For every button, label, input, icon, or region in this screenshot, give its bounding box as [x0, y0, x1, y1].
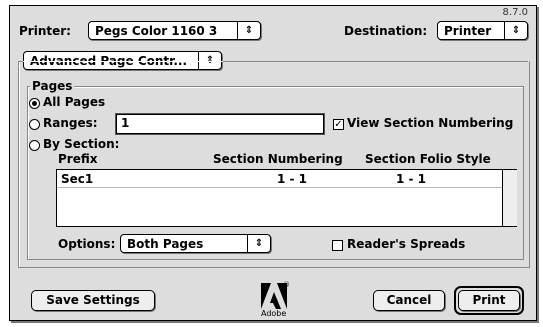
panel-frame-top-left: [18, 61, 23, 62]
ranges-label[interactable]: Ranges:: [43, 116, 98, 130]
view-section-numbering-checkbox[interactable]: ✓: [333, 119, 344, 130]
options-popup[interactable]: Both Pages ⇕: [120, 234, 271, 253]
options-value: Both Pages: [127, 236, 204, 251]
row-numbering: 1 - 1: [277, 172, 308, 186]
adobe-logo: ® Adobe: [261, 281, 291, 320]
checkmark-icon: ✓: [334, 119, 343, 130]
all-pages-label[interactable]: All Pages: [43, 95, 105, 109]
row-divider: [57, 187, 502, 188]
printer-popup[interactable]: Pegs Color 1160 3 ⇕: [88, 21, 261, 40]
table-row[interactable]: Sec1 1 - 1 1 - 1: [57, 170, 502, 187]
cancel-button[interactable]: Cancel: [373, 290, 445, 311]
list-scrollbar[interactable]: [502, 170, 517, 226]
print-dialog: 8.7.0 Printer: Pegs Color 1160 3 ⇕ Desti…: [9, 5, 537, 321]
ranges-input[interactable]: 1: [116, 114, 324, 134]
destination-label: Destination:: [344, 24, 428, 38]
section-list[interactable]: Sec1 1 - 1 1 - 1: [56, 169, 517, 227]
destination-value: Printer: [444, 23, 492, 38]
print-button[interactable]: Print: [458, 290, 520, 311]
version-label: 8.7.0: [502, 7, 528, 18]
up-down-arrows-icon: ⇕: [504, 22, 527, 39]
up-down-arrows-icon: ⇕: [237, 22, 260, 39]
by-section-radio[interactable]: [29, 140, 40, 151]
readers-spreads-checkbox[interactable]: [332, 240, 343, 251]
row-folio: 1 - 1: [396, 172, 427, 186]
readers-spreads-label[interactable]: Reader's Spreads: [347, 237, 465, 251]
column-header-folio-style: Section Folio Style: [365, 152, 491, 166]
ranges-radio[interactable]: [29, 119, 40, 130]
printer-label: Printer:: [19, 24, 71, 38]
by-section-label[interactable]: By Section:: [43, 137, 119, 151]
save-settings-button[interactable]: Save Settings: [31, 290, 155, 311]
column-header-section-numbering: Section Numbering: [213, 152, 343, 166]
pages-group-label: Pages: [30, 79, 75, 93]
panel-frame-top-right: [223, 61, 528, 62]
up-down-arrows-icon: ⇕: [247, 235, 270, 252]
options-label: Options:: [58, 237, 116, 251]
destination-popup[interactable]: Printer ⇕: [437, 21, 528, 40]
column-header-prefix: Prefix: [58, 152, 98, 166]
row-prefix: Sec1: [61, 172, 94, 186]
view-section-numbering-label[interactable]: View Section Numbering: [347, 116, 513, 130]
printer-value: Pegs Color 1160 3: [95, 23, 218, 38]
registered-mark: ®: [283, 281, 290, 289]
all-pages-radio[interactable]: [29, 98, 40, 109]
adobe-logo-text: Adobe: [261, 309, 287, 318]
